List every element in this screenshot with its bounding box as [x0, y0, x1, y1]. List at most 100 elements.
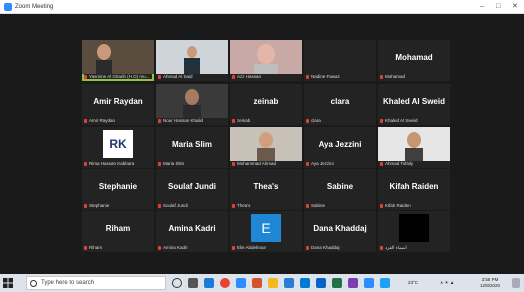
participant-label-text: Amina Kadri — [163, 245, 188, 250]
cortana-icon[interactable] — [172, 278, 182, 288]
participant-tile[interactable]: Yasmine Al Gharib (H.O) mu... — [82, 40, 154, 81]
participant-tile[interactable]: Amir Raydan Amir Raydan — [82, 84, 154, 125]
participant-display-name: Maria Slim — [171, 140, 212, 149]
store-icon[interactable] — [300, 278, 310, 288]
mic-muted-icon — [380, 203, 383, 208]
participant-tile[interactable]: Azz Hassan — [230, 40, 302, 81]
participant-name-label: Rima Hassan Kabbara — [84, 161, 152, 167]
close-icon[interactable]: ✕ — [512, 1, 518, 13]
participant-label-text: Aya Jezzini — [311, 161, 334, 166]
participant-tile[interactable]: zeinab zeinab — [230, 84, 302, 125]
participant-tile[interactable]: Ahmad Al Said — [156, 40, 228, 81]
mic-muted-icon — [158, 118, 161, 123]
participant-tile[interactable]: Nadine Fawaz — [304, 40, 376, 81]
tray-icons[interactable]: ∧ ☀ ▲ — [440, 280, 454, 286]
participant-video — [378, 127, 450, 161]
onenote-icon[interactable] — [348, 278, 358, 288]
participant-tile[interactable]: Aya Jezzini Aya Jezzini — [304, 127, 376, 168]
participant-tile[interactable]: Riham Riham — [82, 211, 154, 252]
taskbar-search-box[interactable]: Type here to search — [26, 276, 166, 290]
title-bar: Zoom Meeting – □ ✕ — [0, 0, 524, 14]
participant-label-text: Stephanie — [89, 203, 110, 208]
participant-tile[interactable]: RK Rima Hassan Kabbara — [82, 127, 154, 168]
file-explorer-icon[interactable] — [268, 278, 278, 288]
participant-name-label: Mohammad Ahmad — [232, 161, 300, 167]
skype-icon[interactable] — [380, 278, 390, 288]
minimize-icon[interactable]: – — [480, 1, 484, 13]
mic-muted-icon — [232, 161, 235, 166]
participant-label-text: clara — [311, 118, 321, 123]
participant-label-text: Nour Hassan Khalid — [163, 118, 204, 123]
participant-tile[interactable]: clara clara — [304, 84, 376, 125]
participant-display-name: Sabine — [326, 182, 354, 191]
participant-video — [156, 84, 228, 118]
participant-tile[interactable]: Maria Slim Maria Slim — [156, 127, 228, 168]
mic-muted-icon — [306, 161, 309, 166]
windows-start-icon[interactable] — [3, 278, 13, 288]
participant-name-label: zeinab — [232, 118, 300, 124]
participant-name-label: Nour Hassan Khalid — [158, 118, 226, 124]
participant-tile[interactable]: Thea's Thea's — [230, 169, 302, 210]
powerpoint-icon[interactable] — [252, 278, 262, 288]
zoom-app-icon[interactable] — [364, 278, 374, 288]
mic-muted-icon — [84, 245, 87, 250]
participant-name-label: Riham — [84, 245, 152, 251]
participant-tile[interactable]: Nour Hassan Khalid — [156, 84, 228, 125]
word-icon[interactable] — [284, 278, 294, 288]
participant-name-label: Amir Raydan — [84, 118, 152, 124]
participant-label-text: Khaled Al Sweid — [385, 118, 418, 123]
participant-tile[interactable]: Dana Khaddaj Dana Khaddaj — [304, 211, 376, 252]
participant-display-name: zeinab — [253, 97, 279, 106]
participant-tile[interactable]: اسماء الفرد — [378, 211, 450, 252]
zoom-taskbar-icon[interactable] — [236, 278, 246, 288]
participant-display-name: Mohamad — [395, 53, 433, 62]
participant-label-text: Ahmad Al Said — [163, 74, 193, 79]
mic-muted-icon — [158, 245, 161, 250]
mic-muted-icon — [306, 74, 309, 79]
outlook-icon[interactable] — [316, 278, 326, 288]
participant-tile[interactable]: Soulaf Jundi Soulaf Jundi — [156, 169, 228, 210]
participant-label-text: Yasmine Al Gharib (H.O) mu... — [89, 74, 150, 79]
participant-label-text: Sabine — [311, 203, 326, 208]
participant-display-name: Soulaf Jundi — [168, 182, 216, 191]
zoom-logo-icon — [4, 3, 12, 11]
participant-video — [230, 127, 302, 161]
participant-tile[interactable]: Stephanie Stephanie — [82, 169, 154, 210]
mic-muted-icon — [158, 161, 161, 166]
participant-label-text: Mohammad Ahmad — [237, 161, 277, 166]
participant-name-label: Stephanie — [84, 203, 152, 209]
participant-tile[interactable]: Khaled Al Sweid Khaled Al Sweid — [378, 84, 450, 125]
avatar-initial: E — [251, 214, 281, 242]
task-view-icon[interactable] — [188, 278, 198, 288]
participant-name-label: Soulaf Jundi — [158, 203, 226, 209]
participant-tile[interactable]: Sabine Sabine — [304, 169, 376, 210]
participant-tile[interactable]: Amina Kadri Amina Kadri — [156, 211, 228, 252]
participant-name-label: Ahmad Tofaily — [380, 161, 448, 167]
notifications-icon[interactable] — [512, 278, 520, 288]
participant-name-label: Sabine — [306, 203, 374, 209]
edge-icon[interactable] — [204, 278, 214, 288]
zoom-window: Zoom Meeting – □ ✕ Yasmine Al Gharib (H.… — [0, 0, 524, 292]
mic-muted-icon — [84, 74, 87, 79]
participant-tile[interactable]: Ahmad Tofaily — [378, 127, 450, 168]
participant-tile[interactable]: E Elie Abdelnour — [230, 211, 302, 252]
participant-label-text: Riham — [89, 245, 103, 250]
excel-icon[interactable] — [332, 278, 342, 288]
participant-display-name: Stephanie — [98, 182, 138, 191]
chrome-icon[interactable] — [220, 278, 230, 288]
participant-display-name: Khaled Al Sweid — [383, 97, 445, 106]
mic-muted-icon — [306, 245, 309, 250]
participant-name-label: Aya Jezzini — [306, 161, 374, 167]
mic-muted-icon — [306, 203, 309, 208]
participant-tile[interactable]: Mohammad Ahmad — [230, 127, 302, 168]
participant-tile[interactable]: Mohamad Mohamad — [378, 40, 450, 81]
participant-name-label: Khaled Al Sweid — [380, 118, 448, 124]
participant-name-label: Yasmine Al Gharib (H.O) mu... — [84, 74, 152, 80]
participant-label-text: Rima Hassan Kabbara — [89, 161, 135, 166]
participant-tile[interactable]: Kifah Raiden Kifah Raiden — [378, 169, 450, 210]
clock[interactable]: 3:58 PM 12/8/2020 — [480, 277, 500, 289]
mic-muted-icon — [380, 118, 383, 123]
maximize-icon[interactable]: □ — [496, 1, 500, 13]
participant-display-name: Dana Khaddaj — [313, 224, 367, 233]
participant-name-label: Mohamad — [380, 74, 448, 80]
